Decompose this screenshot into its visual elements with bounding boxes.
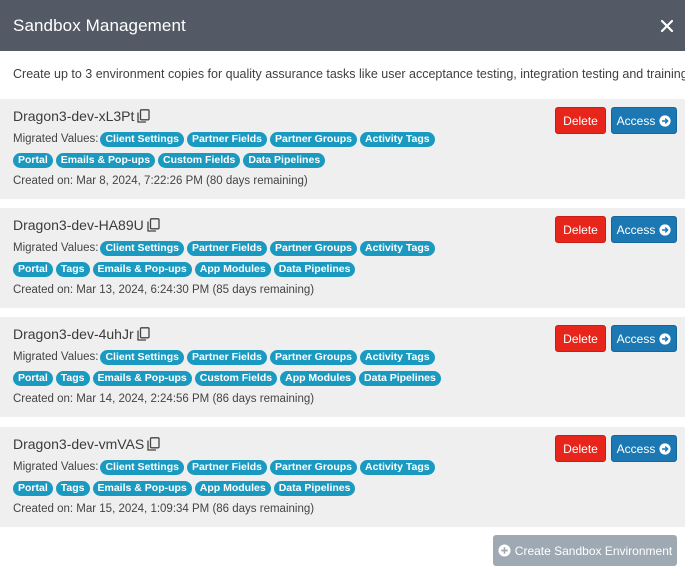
- copy-icon[interactable]: [136, 327, 150, 341]
- migrated-tag: Partner Groups: [270, 350, 358, 365]
- delete-button[interactable]: Delete: [555, 107, 606, 134]
- migrated-values-label: Migrated Values:: [13, 242, 99, 254]
- migrated-tag: Client Settings: [100, 460, 184, 475]
- migrated-tag: Client Settings: [100, 241, 184, 256]
- access-label: Access: [616, 113, 656, 128]
- create-sandbox-button[interactable]: Create Sandbox Environment: [493, 535, 677, 566]
- migrated-tag: Partner Fields: [186, 460, 267, 475]
- migrated-tag: Emails & Pop-ups: [92, 371, 192, 386]
- created-on-text: Created on: Mar 14, 2024, 2:24:56 PM (86…: [13, 393, 315, 405]
- sandbox-card: Dragon3-dev-xL3Pt Migrated Values: Client …: [0, 99, 685, 199]
- access-button[interactable]: Access: [611, 107, 677, 134]
- migrated-tag: Data Pipelines: [273, 481, 356, 496]
- migrated-tag: App Modules: [194, 262, 271, 277]
- migrated-tag: Portal: [13, 371, 53, 386]
- arrow-circle-right-icon: [659, 114, 671, 127]
- migrated-tag: Activity Tags: [360, 132, 435, 147]
- sandbox-management-modal: Sandbox Management Create up to 3 enviro…: [0, 0, 685, 573]
- migrated-tag: Partner Fields: [186, 350, 267, 365]
- close-button[interactable]: [657, 16, 677, 36]
- sandbox-card: Dragon3-dev-vmVAS Migrated Values: Client …: [0, 427, 685, 527]
- delete-label: Delete: [563, 441, 598, 456]
- sandbox-name: Dragon3-dev-xL3Pt: [13, 108, 151, 124]
- migrated-values-label: Migrated Values:: [13, 461, 99, 473]
- delete-button[interactable]: Delete: [555, 435, 606, 462]
- migrated-tag: Tags: [55, 262, 90, 277]
- migrated-tag: Client Settings: [100, 132, 184, 147]
- migrated-tag: Activity Tags: [360, 350, 435, 365]
- copy-icon[interactable]: [147, 437, 160, 451]
- migrated-values-label: Migrated Values:: [13, 133, 99, 145]
- migrated-values: Migrated Values: Client Settings Partner F…: [13, 241, 513, 277]
- migrated-values: Migrated Values: Client Settings Partner F…: [13, 460, 513, 496]
- created-on-text: Created on: Mar 15, 2024, 1:09:34 PM (86…: [13, 503, 315, 515]
- sandbox-card: Dragon3-dev-4uhJr Migrated Values: Client …: [0, 317, 685, 417]
- migrated-tag: Activity Tags: [360, 460, 435, 475]
- migrated-tag: Client Settings: [100, 350, 184, 365]
- arrow-circle-right-icon: [659, 442, 671, 455]
- delete-label: Delete: [563, 113, 598, 128]
- sandbox-name: Dragon3-dev-vmVAS: [13, 436, 160, 452]
- access-button[interactable]: Access: [611, 216, 677, 243]
- copy-icon[interactable]: [137, 109, 151, 123]
- arrow-circle-right-icon: [659, 223, 671, 236]
- close-icon: [660, 19, 674, 32]
- access-button[interactable]: Access: [611, 325, 677, 352]
- intro-text: Create up to 3 environment copies for qu…: [13, 67, 685, 81]
- sandbox-name-text: Dragon3-dev-HA89U: [13, 217, 144, 233]
- migrated-tag: Tags: [55, 481, 90, 496]
- copy-icon[interactable]: [147, 218, 160, 232]
- sandbox-name-text: Dragon3-dev-vmVAS: [13, 436, 145, 452]
- delete-label: Delete: [563, 331, 598, 346]
- migrated-tag: Portal: [13, 153, 53, 168]
- migrated-values: Migrated Values: Client Settings Partner F…: [13, 350, 513, 386]
- migrated-tag: Partner Fields: [186, 241, 267, 256]
- migrated-tag: Custom Fields: [194, 371, 278, 386]
- migrated-tag: Partner Groups: [270, 132, 358, 147]
- migrated-tag: Data Pipelines: [359, 371, 441, 386]
- migrated-values-label: Migrated Values:: [13, 351, 99, 363]
- sandbox-name-text: Dragon3-dev-4uhJr: [13, 326, 134, 342]
- migrated-tag: Tags: [55, 371, 90, 386]
- create-sandbox-label: Create Sandbox Environment: [514, 543, 673, 558]
- access-label: Access: [616, 222, 656, 237]
- migrated-tag: Activity Tags: [360, 241, 435, 256]
- modal-header: Sandbox Management: [0, 0, 685, 51]
- sandbox-name-text: Dragon3-dev-xL3Pt: [13, 108, 135, 124]
- migrated-tag: Partner Fields: [186, 132, 267, 147]
- sandbox-card: Dragon3-dev-HA89U Migrated Values: Client …: [0, 208, 685, 308]
- access-label: Access: [616, 441, 656, 456]
- migrated-tag: Custom Fields: [158, 153, 241, 168]
- migrated-tag: App Modules: [194, 481, 271, 496]
- plus-circle-icon: [498, 544, 511, 557]
- migrated-tag: Emails & Pop-ups: [92, 481, 192, 496]
- sandbox-name: Dragon3-dev-4uhJr: [13, 326, 150, 342]
- delete-button[interactable]: Delete: [555, 325, 606, 352]
- migrated-tag: Emails & Pop-ups: [92, 262, 192, 277]
- migrated-tag: Data Pipelines: [273, 262, 356, 277]
- migrated-tag: Portal: [13, 481, 53, 496]
- access-label: Access: [616, 331, 656, 346]
- migrated-values: Migrated Values: Client Settings Partner F…: [13, 132, 513, 168]
- arrow-circle-right-icon: [659, 332, 671, 345]
- delete-button[interactable]: Delete: [555, 216, 606, 243]
- migrated-tag: Partner Groups: [270, 241, 358, 256]
- migrated-tag: Partner Groups: [270, 460, 358, 475]
- delete-label: Delete: [563, 222, 598, 237]
- migrated-tag: Portal: [13, 262, 53, 277]
- migrated-tag: Data Pipelines: [243, 153, 326, 168]
- modal-title: Sandbox Management: [13, 15, 186, 35]
- created-on-text: Created on: Mar 13, 2024, 6:24:30 PM (85…: [13, 284, 315, 296]
- migrated-tag: Emails & Pop-ups: [55, 153, 156, 168]
- sandbox-name: Dragon3-dev-HA89U: [13, 217, 160, 233]
- access-button[interactable]: Access: [611, 435, 677, 462]
- created-on-text: Created on: Mar 8, 2024, 7:22:26 PM (80 …: [13, 175, 308, 187]
- migrated-tag: App Modules: [280, 371, 357, 386]
